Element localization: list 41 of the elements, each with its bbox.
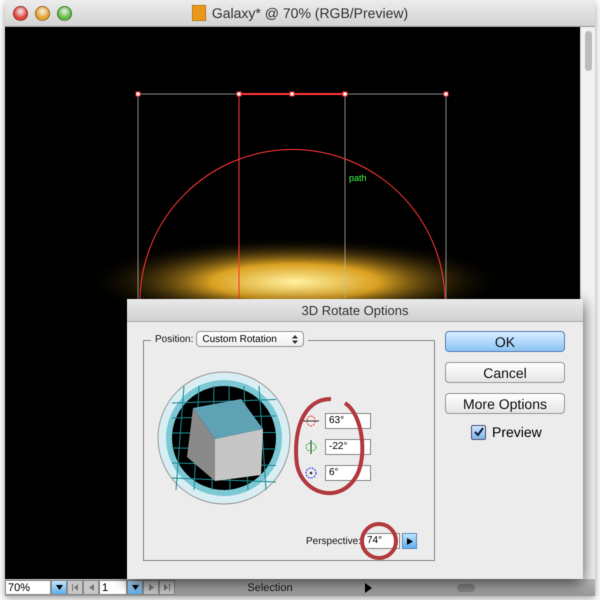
zoom-button[interactable] xyxy=(57,6,72,21)
page-field[interactable]: 1 xyxy=(99,580,127,595)
zoom-field[interactable]: 70% xyxy=(5,580,51,595)
close-button[interactable] xyxy=(13,6,28,21)
dialog-button[interactable]: Cancel xyxy=(445,362,565,383)
play-icon[interactable] xyxy=(365,582,372,592)
angle-field[interactable]: 6° xyxy=(325,465,371,481)
play-icon xyxy=(406,538,412,544)
preview-checkbox[interactable]: Preview xyxy=(471,424,565,440)
dialog-title: 3D Rotate Options xyxy=(127,299,583,322)
dialog-button[interactable]: More Options xyxy=(445,393,565,414)
z-axis-rotate-icon xyxy=(303,466,319,480)
page-dropdown-button[interactable] xyxy=(127,580,143,595)
position-label: Position: xyxy=(155,334,194,344)
default-button[interactable]: OK xyxy=(445,331,565,352)
minimize-button[interactable] xyxy=(35,6,50,21)
caret-icon xyxy=(132,585,138,590)
previous-page-button[interactable] xyxy=(83,580,99,595)
angle-field[interactable]: 63° xyxy=(325,413,371,429)
last-icon xyxy=(164,584,170,591)
perspective-slider-button[interactable] xyxy=(402,533,417,549)
current-tool-label[interactable]: Selection xyxy=(247,582,293,594)
updown-icon xyxy=(292,334,298,344)
window-title: Galaxy* @ 70% (RGB/Preview) xyxy=(212,5,408,21)
y-axis-rotate-icon xyxy=(303,440,319,454)
checkmark-icon xyxy=(474,427,484,437)
next-page-button[interactable] xyxy=(143,580,159,595)
rotation-trackball-drawing[interactable] xyxy=(157,371,291,505)
last-page-button[interactable] xyxy=(159,580,175,595)
path-label: path xyxy=(349,173,367,183)
caret-icon xyxy=(56,585,62,590)
perspective-label: Perspective: xyxy=(306,536,361,546)
previous-icon xyxy=(88,584,94,591)
position-dropdown[interactable]: Custom Rotation xyxy=(196,331,304,347)
next-icon xyxy=(148,584,154,591)
angle-field[interactable]: -22° xyxy=(325,439,371,455)
document-icon xyxy=(192,5,206,21)
zoom-dropdown-button[interactable] xyxy=(51,580,67,595)
annotation-circle xyxy=(359,521,399,561)
first-icon xyxy=(72,584,78,591)
x-axis-rotate-icon xyxy=(303,414,319,428)
